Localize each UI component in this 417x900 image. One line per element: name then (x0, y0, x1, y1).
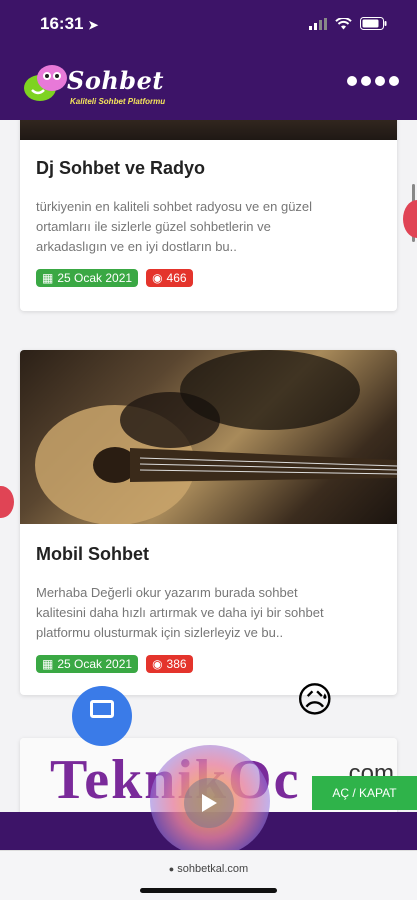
clock-text: 16:31 (40, 14, 84, 33)
wifi-icon (335, 17, 352, 29)
post-image[interactable] (20, 350, 397, 525)
toggle-button[interactable]: AÇ / KAPAT (312, 776, 417, 810)
location-arrow-icon: ➤ (88, 18, 99, 32)
excerpt-line: arkadaslıgın ve en iyi dostların bu.. (36, 239, 237, 254)
excerpt-line: türkiyenin en kaliteli sohbet radyosu ve… (36, 199, 313, 214)
date-badge: ▦ 25 Ocak 2021 (36, 655, 139, 673)
views-count: 466 (166, 271, 187, 285)
date-text: 25 Ocak 2021 (57, 657, 133, 671)
status-bar: 16:31 ➤ (0, 0, 417, 50)
logo-text: Sohbet (67, 66, 164, 95)
status-time: 16:31 ➤ (40, 14, 98, 34)
sad-emoji-icon[interactable]: 😥 (296, 680, 334, 721)
more-dots-icon[interactable] (347, 76, 399, 86)
logo-tagline: Kaliteli Sohbet Platformu (70, 97, 166, 106)
home-indicator[interactable] (140, 888, 277, 893)
post-card[interactable]: Mobil Sohbet Merhaba Değerli okur yazarı… (20, 350, 397, 695)
post-title[interactable]: Dj Sohbet ve Radyo (20, 158, 397, 179)
post-title[interactable]: Mobil Sohbet (20, 544, 397, 565)
play-button[interactable] (184, 778, 234, 828)
calendar-icon: ▦ (42, 657, 54, 671)
post-meta: ▦ 25 Ocak 2021 ◉ 386 (20, 655, 397, 673)
app-header: Sohbet Kaliteli Sohbet Platformu (0, 50, 417, 120)
logo[interactable] (22, 62, 70, 110)
status-icons (309, 17, 387, 30)
excerpt-line: ortamlarıı ile sizlerle güzel sohbetleri… (36, 219, 271, 234)
floating-red-bubble[interactable] (403, 200, 417, 238)
lock-icon: ● (168, 864, 175, 874)
views-badge: ◉ 386 (146, 655, 193, 673)
floating-red-bubble[interactable] (0, 486, 14, 518)
calendar-icon: ▦ (42, 271, 54, 285)
url-text: ● sohbetkal.com (0, 863, 417, 875)
excerpt-line: platformu olusturmak için sizlerleyiz ve… (36, 625, 284, 640)
excerpt-line: kalitesini daha hızlı artırmak ve daha i… (36, 605, 324, 620)
signal-icon (309, 17, 327, 30)
play-icon (202, 794, 217, 812)
views-count: 386 (166, 657, 187, 671)
chat-bubbles-logo-icon (24, 65, 67, 101)
post-excerpt: Merhaba Değerli okur yazarım burada sohb… (20, 583, 397, 643)
eye-icon: ◉ (152, 657, 163, 671)
post-card[interactable]: Dj Sohbet ve Radyo türkiyenin en kalitel… (20, 120, 397, 311)
views-badge: ◉ 466 (146, 269, 193, 287)
excerpt-line: Merhaba Değerli okur yazarım burada sohb… (36, 585, 298, 600)
guitar-image (35, 350, 397, 525)
floating-blue-bubble[interactable] (72, 686, 132, 746)
url-value: sohbetkal.com (177, 863, 249, 875)
eye-icon: ◉ (152, 271, 163, 285)
post-excerpt: türkiyenin en kaliteli sohbet radyosu ve… (20, 197, 397, 257)
post-meta: ▦ 25 Ocak 2021 ◉ 466 (20, 269, 397, 287)
post-image[interactable] (20, 120, 397, 140)
post-feed[interactable]: Dj Sohbet ve Radyo türkiyenin en kalitel… (0, 120, 417, 812)
date-text: 25 Ocak 2021 (57, 271, 133, 285)
date-badge: ▦ 25 Ocak 2021 (36, 269, 139, 287)
battery-icon (360, 17, 387, 30)
